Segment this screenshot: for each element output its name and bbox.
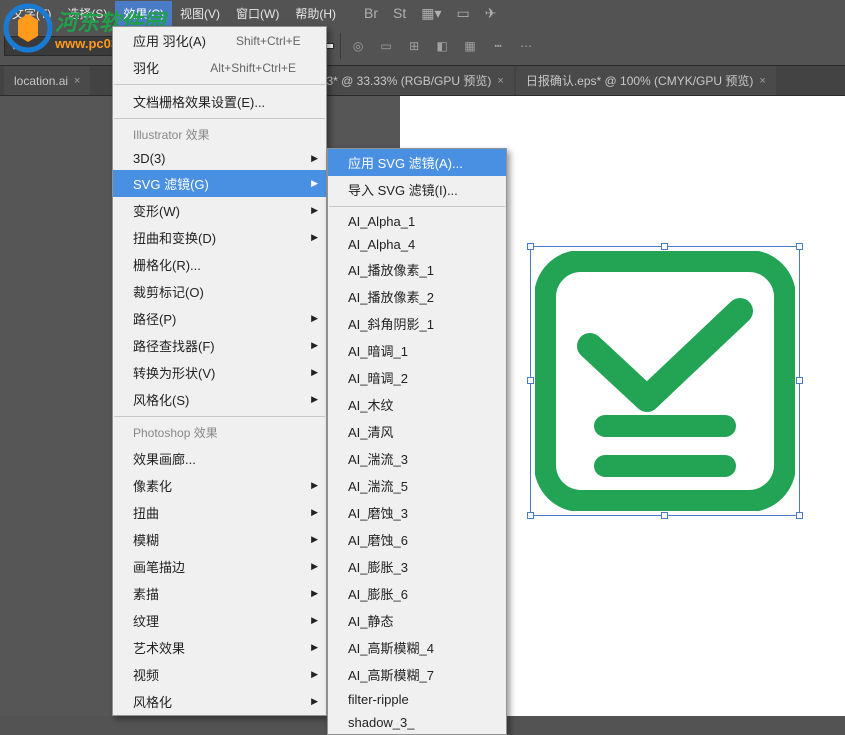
mi-filter-item[interactable]: AI_膨胀_6: [328, 580, 506, 607]
mi-filter-item[interactable]: AI_静态: [328, 607, 506, 634]
mi-filter-item[interactable]: AI_磨蚀_6: [328, 526, 506, 553]
mi-filter-item[interactable]: AI_膨胀_3: [328, 553, 506, 580]
tab-label: -3* @ 33.33% (RGB/GPU 预览): [322, 72, 491, 89]
mi-distort-ps[interactable]: 扭曲: [113, 499, 326, 526]
svg-filters-submenu: 应用 SVG 滤镜(A)... 导入 SVG 滤镜(I)... AI_Alpha…: [327, 148, 507, 735]
mi-last-effect[interactable]: 羽化Alt+Shift+Ctrl+E: [113, 54, 326, 81]
mi-filter-item[interactable]: AI_Alpha_1: [328, 210, 506, 233]
mi-stylize-ps[interactable]: 风格化: [113, 688, 326, 715]
menu-text[interactable]: 文字(T): [4, 1, 59, 26]
mi-apply-svg-filter[interactable]: 应用 SVG 滤镜(A)...: [328, 149, 506, 176]
mi-filter-item[interactable]: AI_木纹: [328, 391, 506, 418]
mi-brush-strokes[interactable]: 画笔描边: [113, 553, 326, 580]
mi-filter-item[interactable]: AI_斜角阴影_1: [328, 310, 506, 337]
tab-2[interactable]: -3* @ 33.33% (RGB/GPU 预览) ×: [312, 66, 513, 95]
menu-effects[interactable]: 效果(C): [115, 1, 172, 26]
mi-filter-item[interactable]: AI_Alpha_4: [328, 233, 506, 256]
mi-warp[interactable]: 变形(W): [113, 197, 326, 224]
mi-stylize[interactable]: 风格化(S): [113, 386, 326, 413]
artwork-checkmark-icon[interactable]: [535, 251, 795, 511]
mi-filter-item[interactable]: AI_暗调_2: [328, 364, 506, 391]
effects-menu-panel: 应用 羽化(A)Shift+Ctrl+E 羽化Alt+Shift+Ctrl+E …: [112, 26, 327, 716]
mi-blur[interactable]: 模糊: [113, 526, 326, 553]
close-icon[interactable]: ×: [497, 75, 503, 87]
mi-texture[interactable]: 纹理: [113, 607, 326, 634]
mi-sketch[interactable]: 素描: [113, 580, 326, 607]
tab-label: location.ai: [14, 74, 68, 88]
photoshop-effects-header: Photoshop 效果: [113, 420, 326, 445]
mi-effect-gallery[interactable]: 效果画廊...: [113, 445, 326, 472]
br-icon[interactable]: Br: [364, 5, 378, 21]
mi-filter-item[interactable]: AI_湍流_3: [328, 445, 506, 472]
mi-3d[interactable]: 3D(3): [113, 147, 326, 170]
mi-pixelate[interactable]: 像素化: [113, 472, 326, 499]
illustrator-effects-header: Illustrator 效果: [113, 122, 326, 147]
mi-doc-raster[interactable]: 文档栅格效果设置(E)...: [113, 88, 326, 115]
st-icon[interactable]: St: [393, 5, 406, 21]
menubar-icons: Br St ▦▾ ▭ ✈: [364, 5, 496, 22]
doc-icon[interactable]: ▭: [457, 5, 470, 22]
no-selection-dropdown[interactable]: ▾: [4, 36, 124, 56]
tab-3[interactable]: 日报确认.eps* @ 100% (CMYK/GPU 预览) ×: [516, 66, 776, 95]
align-icon[interactable]: ⊞: [403, 35, 425, 57]
mi-filter-item[interactable]: AI_磨蚀_3: [328, 499, 506, 526]
layout-icon[interactable]: ▦▾: [421, 5, 441, 22]
mi-convert-shape[interactable]: 转换为形状(V): [113, 359, 326, 386]
mi-distort[interactable]: 扭曲和变换(D): [113, 224, 326, 251]
mi-crop-marks[interactable]: 裁剪标记(O): [113, 278, 326, 305]
mi-filter-item[interactable]: shadow_3_: [328, 711, 506, 734]
close-icon[interactable]: ×: [74, 75, 80, 87]
menu-view[interactable]: 视图(V): [172, 1, 228, 26]
mi-filter-item[interactable]: AI_清风: [328, 418, 506, 445]
tab-1[interactable]: location.ai ×: [4, 66, 90, 95]
mi-pathfinder[interactable]: 路径查找器(F): [113, 332, 326, 359]
target-icon[interactable]: ◎: [347, 35, 369, 57]
dash-icon[interactable]: ┅: [487, 35, 509, 57]
mi-video[interactable]: 视频: [113, 661, 326, 688]
mi-filter-item[interactable]: AI_湍流_5: [328, 472, 506, 499]
mi-filter-item[interactable]: AI_暗调_1: [328, 337, 506, 364]
doc-setup-icon[interactable]: ▭: [375, 35, 397, 57]
rocket-icon[interactable]: ✈: [485, 5, 497, 22]
tab-label: 日报确认.eps* @ 100% (CMYK/GPU 预览): [526, 72, 754, 89]
mi-filter-item[interactable]: AI_播放像素_1: [328, 256, 506, 283]
more-icon[interactable]: ⋯: [515, 35, 537, 57]
menu-help[interactable]: 帮助(H): [287, 1, 344, 26]
mi-import-svg-filter[interactable]: 导入 SVG 滤镜(I)...: [328, 176, 506, 203]
mi-filter-item[interactable]: AI_高斯模糊_4: [328, 634, 506, 661]
mi-svg-filters[interactable]: SVG 滤镜(G): [113, 170, 326, 197]
mi-filter-item[interactable]: AI_播放像素_2: [328, 283, 506, 310]
mi-artistic[interactable]: 艺术效果: [113, 634, 326, 661]
menu-select[interactable]: 选择(S): [59, 1, 115, 26]
mi-apply-last[interactable]: 应用 羽化(A)Shift+Ctrl+E: [113, 27, 326, 54]
mi-filter-item[interactable]: filter-ripple: [328, 688, 506, 711]
menubar: 文字(T) 选择(S) 效果(C) 视图(V) 窗口(W) 帮助(H) Br S…: [0, 0, 845, 26]
transform-icon[interactable]: ◧: [431, 35, 453, 57]
close-icon[interactable]: ×: [759, 75, 765, 87]
mi-rasterize[interactable]: 栅格化(R)...: [113, 251, 326, 278]
mi-filter-item[interactable]: AI_高斯模糊_7: [328, 661, 506, 688]
prefs-icon[interactable]: ▦: [459, 35, 481, 57]
mi-path[interactable]: 路径(P): [113, 305, 326, 332]
menu-window[interactable]: 窗口(W): [228, 1, 287, 26]
